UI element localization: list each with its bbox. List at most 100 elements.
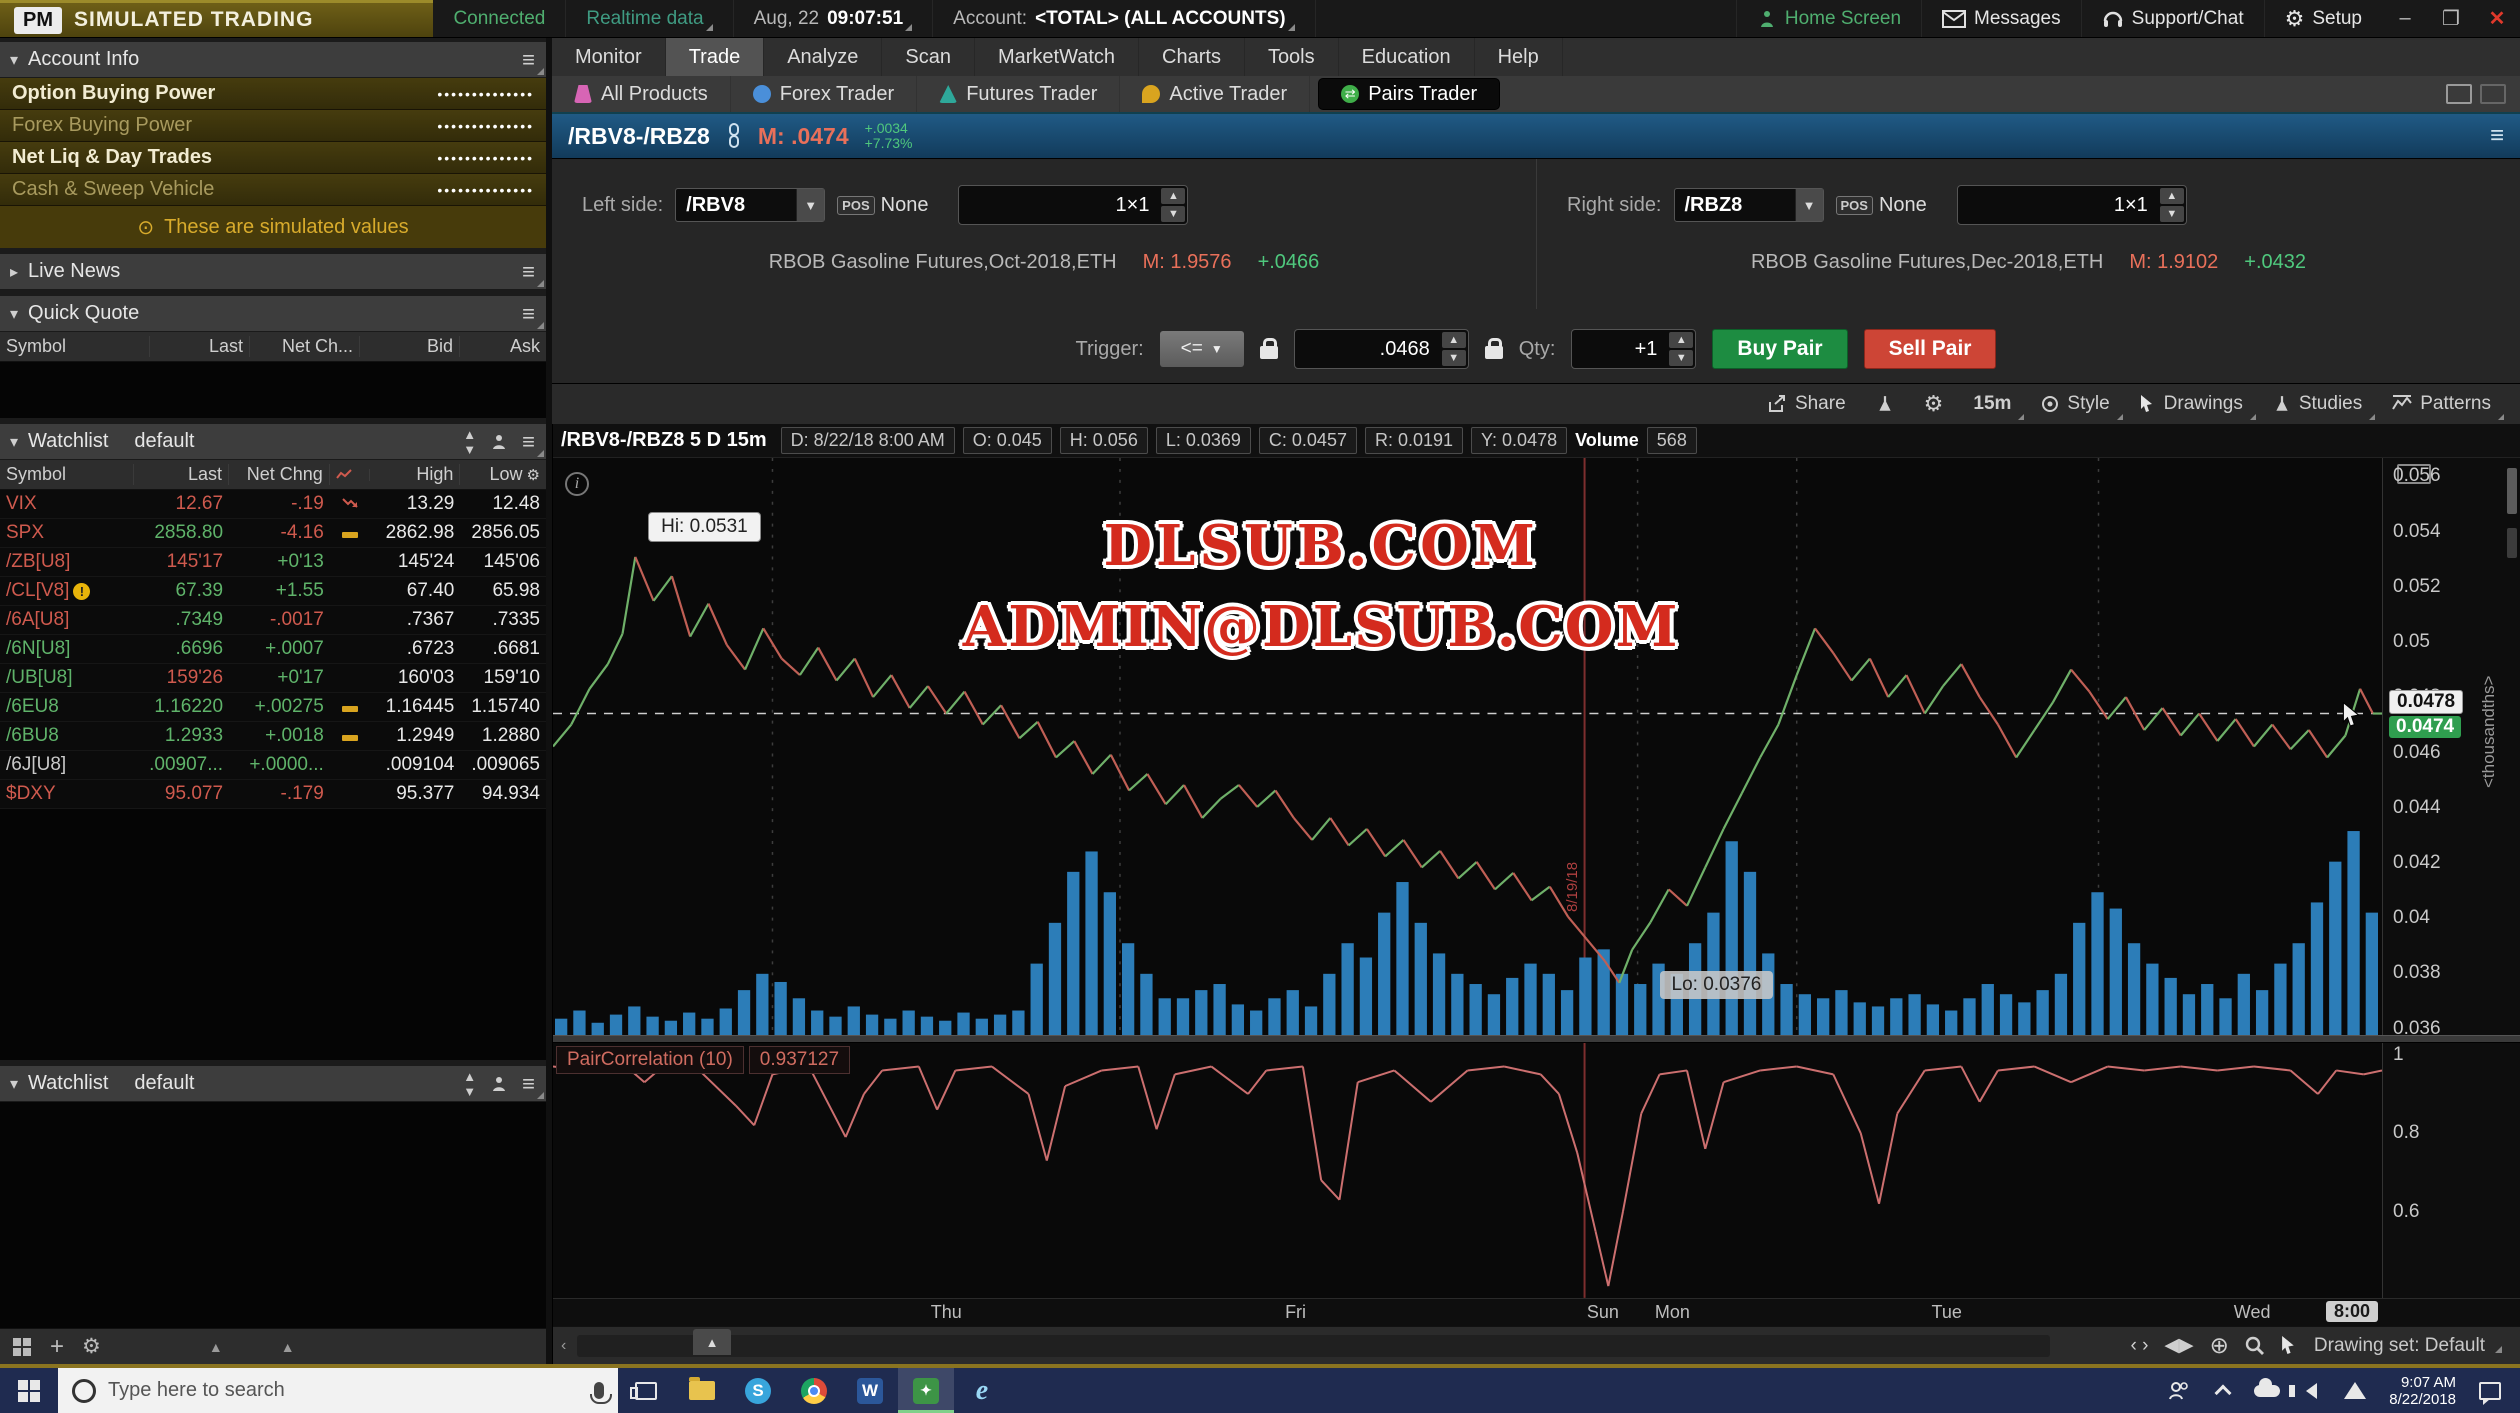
word-button[interactable]: W [842,1368,898,1413]
drawings-dropdown[interactable]: Drawings [2125,384,2258,424]
panel-divider[interactable] [553,1035,2520,1043]
subtab-active-trader[interactable]: Active Trader [1120,76,1310,112]
action-center-button[interactable] [2470,1382,2510,1400]
watchlist-row[interactable]: /6EU8! 1.16220 +.00275 1.16445 1.15740 [0,693,546,722]
menu-icon[interactable]: ≡ [522,47,536,73]
price-axis[interactable]: 0.0560.0540.0520.050.0480.0460.0440.0420… [2382,458,2520,1035]
trigger-price-input[interactable]: .0468 ▲▼ [1294,329,1469,369]
watchlist-preset-dropdown[interactable]: default [134,430,194,453]
zoom-icon[interactable] [2245,1336,2265,1356]
tab-charts[interactable]: Charts [1139,38,1245,76]
chart-scrollbar[interactable] [577,1335,2050,1357]
crosshair-icon[interactable]: ⊕ [2210,1332,2229,1359]
sort-arrows-icon[interactable]: ▲▼ [463,1069,476,1099]
setup-button[interactable]: ⚙ Setup [2264,0,2382,37]
quick-quote-body[interactable] [0,362,546,418]
watchlist-row[interactable]: /6A[U8]! .7349 -.0017 .7367 .7335 [0,606,546,635]
watchlist-row[interactable]: /CL[V8]! 67.39 +1.55 67.40 65.98 [0,577,546,606]
left-ratio-input[interactable]: 1×1 ▲▼ [958,185,1188,225]
file-explorer-button[interactable] [674,1368,730,1413]
right-ratio-input[interactable]: 1×1 ▲▼ [1957,185,2187,225]
pair-symbol[interactable]: /RBV8-/RBZ8 [568,123,710,150]
pm-badge[interactable]: PM [14,7,62,34]
tab-scan[interactable]: Scan [882,38,975,76]
menu-icon[interactable]: ≡ [522,259,536,285]
share-button[interactable]: Share [1752,384,1861,424]
tab-education[interactable]: Education [1339,38,1475,76]
account-row[interactable]: Cash & Sweep Vehicle •••••••••••••• [0,174,546,206]
microphone-icon[interactable] [594,1382,604,1399]
left-symbol-dropdown[interactable]: /RBV8 ▼ [675,188,825,222]
collapse-up-button[interactable]: ▲ [281,1339,295,1355]
watchlist2-preset-dropdown[interactable]: default [134,1072,194,1095]
price-chart-plot[interactable]: DLSUB.COM ADMIN@DLSUB.COM i Hi: 0.0531 L… [553,458,2382,1035]
clock[interactable]: Aug, 22 09:07:51 [734,0,934,37]
internet-explorer-button[interactable]: e [954,1368,1010,1413]
tab-marketwatch[interactable]: MarketWatch [975,38,1139,76]
network-button[interactable] [2335,1382,2375,1399]
quick-study-button[interactable] [1861,384,1909,424]
support-chat-button[interactable]: Support/Chat [2081,0,2264,37]
tab-help[interactable]: Help [1475,38,1563,76]
close-button[interactable]: ✕ [2474,0,2520,37]
subtab-futures-trader[interactable]: Futures Trader [917,76,1120,112]
add-gadget-button[interactable]: + [50,1333,64,1361]
tab-monitor[interactable]: Monitor [552,38,666,76]
interval-dropdown[interactable]: 15m [1958,384,2026,424]
drawing-set-label[interactable]: Drawing set: Default [2314,1335,2485,1357]
account-info-header[interactable]: ▾ Account Info ≡ [0,42,546,78]
watchlist-row[interactable]: SPX! 2858.80 -4.16 2862.98 2856.05 [0,519,546,548]
scroll-arrows[interactable]: ‹ › [2130,1335,2148,1357]
sell-pair-button[interactable]: Sell Pair [1864,329,1997,369]
chrome-button[interactable] [786,1368,842,1413]
lock-icon[interactable] [1485,346,1503,359]
spinner[interactable]: ▲▼ [2158,186,2186,224]
subtab-pairs-trader[interactable]: ⇄ Pairs Trader [1318,78,1500,110]
layout-icon[interactable] [2446,84,2472,104]
subtab-forex-trader[interactable]: Forex Trader [731,76,917,112]
restore-button[interactable]: ❐ [2428,0,2474,37]
tab-trade[interactable]: Trade [666,38,765,76]
minimize-button[interactable]: – [2382,0,2428,37]
account-row[interactable]: Option Buying Power •••••••••••••• [0,78,546,110]
buy-pair-button[interactable]: Buy Pair [1712,329,1847,369]
watchlist-header[interactable]: ▾ Watchlist default ▲▼ ≡ [0,424,546,460]
skype-button[interactable]: S [730,1368,786,1413]
trigger-operator-dropdown[interactable]: <= ▼ [1160,331,1244,367]
person-icon[interactable] [490,433,508,451]
account-row[interactable]: Net Liq & Day Trades •••••••••••••• [0,142,546,174]
scroll-left-arrow[interactable]: ‹ [553,1337,566,1355]
studies-dropdown[interactable]: Studies [2258,384,2377,424]
menu-icon[interactable]: ≡ [2490,122,2504,150]
task-view-button[interactable] [618,1368,674,1413]
grid-icon[interactable] [12,1337,32,1357]
watchlist-row[interactable]: /6BU8! 1.2933 +.0018 1.2949 1.2880 [0,722,546,751]
volume-button[interactable] [2291,1383,2331,1399]
account-row[interactable]: Forex Buying Power •••••••••••••• [0,110,546,142]
correlation-plot[interactable]: PairCorrelation (10) 0.937127 [553,1043,2382,1298]
study-name[interactable]: PairCorrelation (10) [556,1046,744,1074]
thinkorswim-button[interactable]: ✦ [898,1368,954,1413]
menu-icon[interactable]: ≡ [522,429,536,455]
gear-icon[interactable]: ⚙ [82,1334,101,1359]
tab-analyze[interactable]: Analyze [764,38,882,76]
watchlist-row[interactable]: VIX! 12.67 -.19 13.29 12.48 [0,490,546,519]
link-icon[interactable] [726,123,742,149]
style-dropdown[interactable]: Style [2026,384,2124,424]
time-axis[interactable]: ThuFriSunMonTueWed 8:00 [553,1298,2520,1326]
people-button[interactable] [2159,1381,2199,1401]
watchlist-row[interactable]: /ZB[U8]! 145'17 +0'13 145'24 145'06 [0,548,546,577]
right-symbol-dropdown[interactable]: /RBZ8 ▼ [1674,188,1824,222]
taskbar-search-input[interactable]: Type here to search [58,1368,618,1413]
menu-icon[interactable]: ≡ [522,301,536,327]
watchlist-row[interactable]: /6N[U8]! .6696 +.0007 .6723 .6681 [0,635,546,664]
quantity-input[interactable]: +1 ▲▼ [1571,329,1696,369]
chart-title[interactable]: /RBV8-/RBZ8 5 D 15m [561,429,767,452]
account-selector[interactable]: Account: <TOTAL> (ALL ACCOUNTS) [933,0,1315,37]
patterns-dropdown[interactable]: Patterns [2377,384,2506,424]
quick-quote-header[interactable]: ▾ Quick Quote ≡ [0,296,546,332]
lock-icon[interactable] [1260,346,1278,359]
data-status[interactable]: Realtime data [566,0,733,37]
pan-icon[interactable]: ◀▶ [2164,1334,2193,1357]
live-news-header[interactable]: ▸ Live News ≡ [0,254,546,290]
